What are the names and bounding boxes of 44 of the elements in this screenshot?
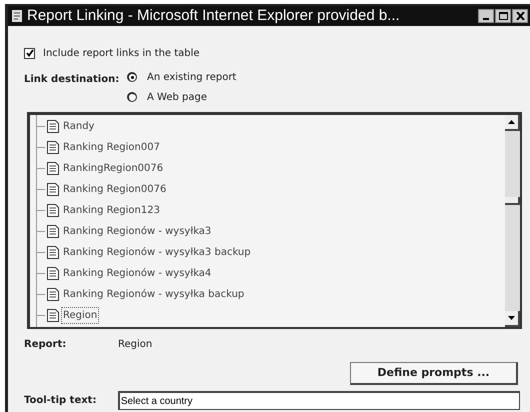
- scroll-thumb[interactable]: [505, 197, 520, 205]
- report-item[interactable]: Randy: [61, 118, 96, 135]
- tooltip-field[interactable]: Select a country: [118, 391, 520, 410]
- report-item[interactable]: Ranking Regionów - wysyłka3: [61, 223, 214, 240]
- report-item[interactable]: Ranking Region123: [61, 202, 162, 219]
- define-prompts-button[interactable]: Define prompts ...: [350, 362, 518, 385]
- minimize-button[interactable]: [478, 9, 494, 23]
- report-item[interactable]: Ranking Regionów - wysyłka3 backup: [61, 244, 253, 261]
- field-label: Report:: [24, 338, 68, 352]
- radio-label: An existing report: [147, 70, 236, 84]
- report-icon: [47, 246, 59, 259]
- report-icon: [47, 204, 59, 217]
- radio-button[interactable]: [127, 72, 137, 82]
- report-item[interactable]: RankingRegion0076: [61, 160, 166, 177]
- field-label: Link destination:: [24, 73, 120, 87]
- report-item[interactable]: Ranking Regionów - wysyłka4: [61, 265, 214, 282]
- down-arrow-icon: [508, 316, 515, 320]
- up-arrow-icon: [508, 120, 515, 124]
- checkbox-label: Include report links in the table: [43, 46, 200, 60]
- scroll-down-button[interactable]: [505, 311, 520, 327]
- field-label: Tool-tip text:: [24, 394, 98, 408]
- report-icon: [47, 141, 59, 154]
- maximize-button[interactable]: [495, 9, 511, 23]
- report-icon: [47, 288, 59, 301]
- report-item[interactable]: Region: [61, 307, 100, 324]
- report-icon: [47, 120, 59, 133]
- scroll-up-button[interactable]: [505, 115, 520, 131]
- report-item[interactable]: Ranking Region0076: [61, 181, 168, 198]
- scrollbar[interactable]: [505, 115, 520, 327]
- close-icon: [516, 12, 524, 20]
- checkbox[interactable]: [24, 48, 35, 58]
- report-icon: [47, 267, 59, 280]
- window-title: Report Linking - Microsoft Internet Explorer provided b...: [27, 6, 401, 26]
- report-icon: [47, 225, 59, 238]
- report-item[interactable]: Ranking Regionów - wysyłka backup: [61, 286, 246, 303]
- radio-button[interactable]: [127, 92, 137, 102]
- report-icon: [47, 309, 59, 322]
- page-icon: [10, 9, 24, 23]
- report-item[interactable]: Ranking Region007: [61, 139, 162, 156]
- report-name: Region: [118, 338, 152, 352]
- radio-label: A Web page: [147, 90, 207, 104]
- report-icon: [47, 162, 59, 175]
- report-icon: [47, 183, 59, 196]
- close-button[interactable]: [512, 9, 528, 23]
